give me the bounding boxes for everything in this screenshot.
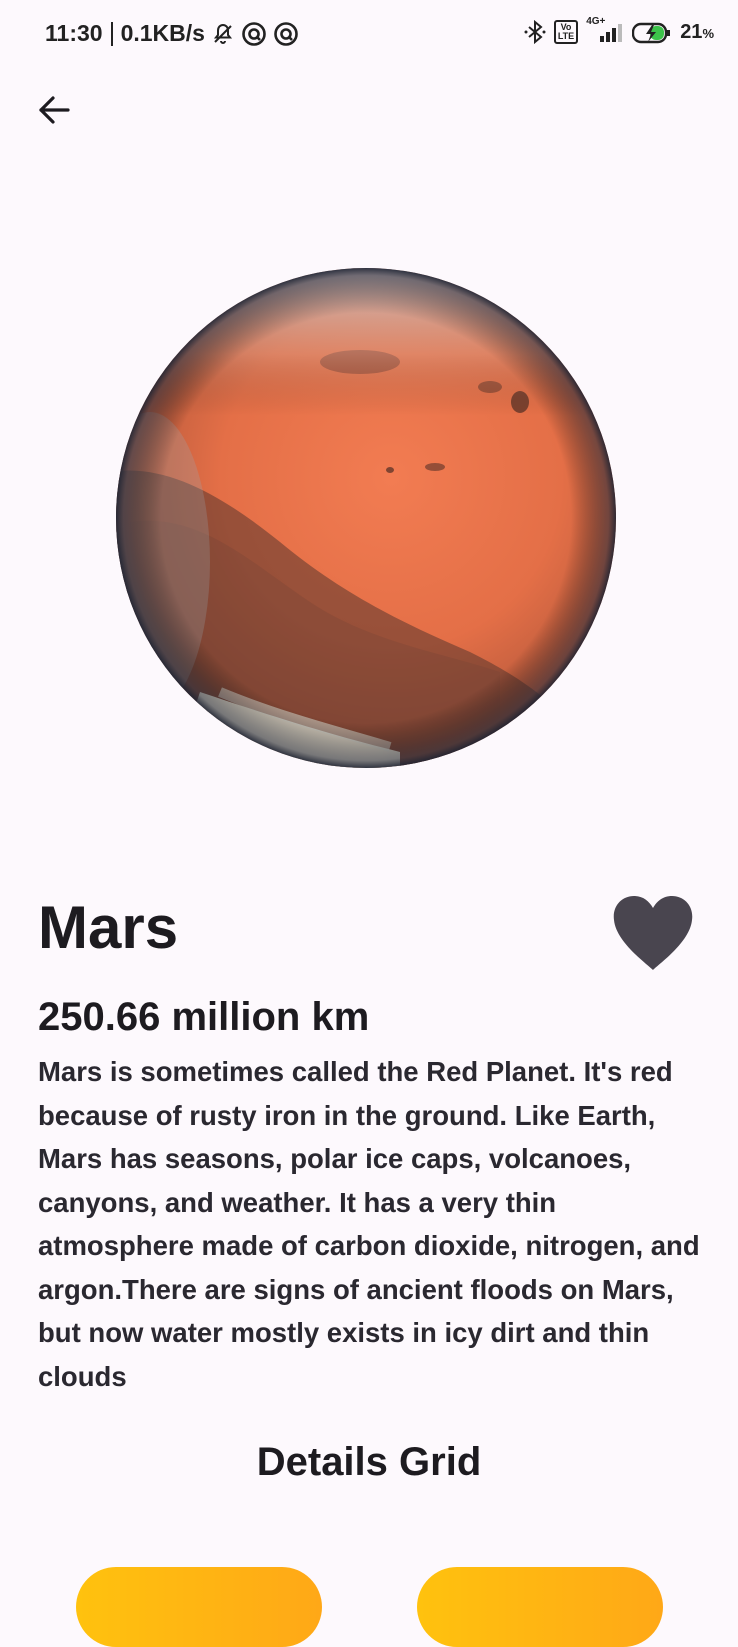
battery-unit: % (702, 25, 714, 41)
status-time: 11:30 (45, 20, 103, 46)
planet-name: Mars (38, 894, 179, 961)
back-button[interactable] (32, 88, 76, 132)
planet-description: Mars is sometimes called the Red Planet.… (38, 1056, 700, 1392)
arrow-left-icon (39, 96, 70, 124)
favorite-button[interactable] (612, 896, 694, 972)
bluetooth-icon (524, 20, 546, 44)
status-left: 11:30 0.1KB/s (45, 20, 299, 47)
status-separator (110, 21, 113, 46)
battery-value: 21 (680, 20, 703, 43)
network-speed: 0.1KB/s (120, 20, 205, 46)
volte-badge: Vo LTE (553, 20, 579, 44)
detail-card[interactable] (76, 1567, 322, 1647)
status-right: Vo LTE 4G+ 21% (524, 16, 714, 44)
mars-planet-image (110, 262, 622, 774)
planet-distance: 250.66 million km (38, 995, 370, 1039)
sync-circle-icon (241, 21, 267, 47)
sync-circle-icon (273, 21, 299, 47)
battery-percent: 21% (680, 21, 714, 44)
signal-icon: 4G+ (586, 16, 624, 44)
volte-bottom: LTE (557, 31, 575, 41)
detail-card[interactable] (417, 1567, 663, 1647)
heart-icon (613, 896, 693, 970)
details-grid-title: Details Grid (256, 1440, 482, 1484)
status-bar: 11:30 0.1KB/s Vo LTE 4G+ 21% (0, 0, 738, 70)
bell-off-icon (211, 22, 235, 46)
battery-charging-icon (631, 22, 672, 44)
